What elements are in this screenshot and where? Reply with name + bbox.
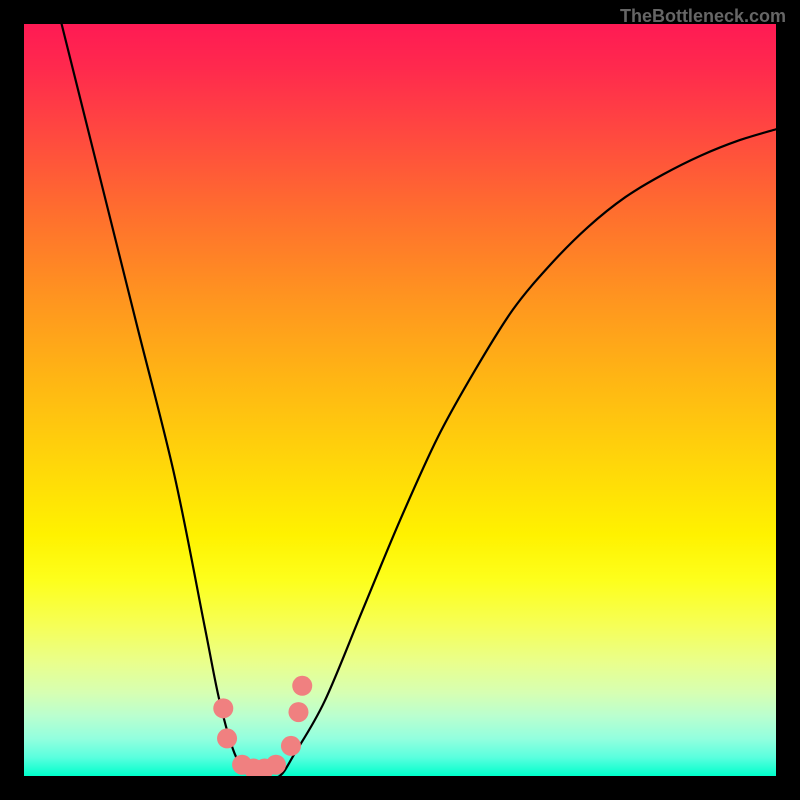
plot-area bbox=[24, 24, 776, 776]
heat-gradient bbox=[24, 24, 776, 776]
watermark-text: TheBottleneck.com bbox=[620, 6, 786, 27]
